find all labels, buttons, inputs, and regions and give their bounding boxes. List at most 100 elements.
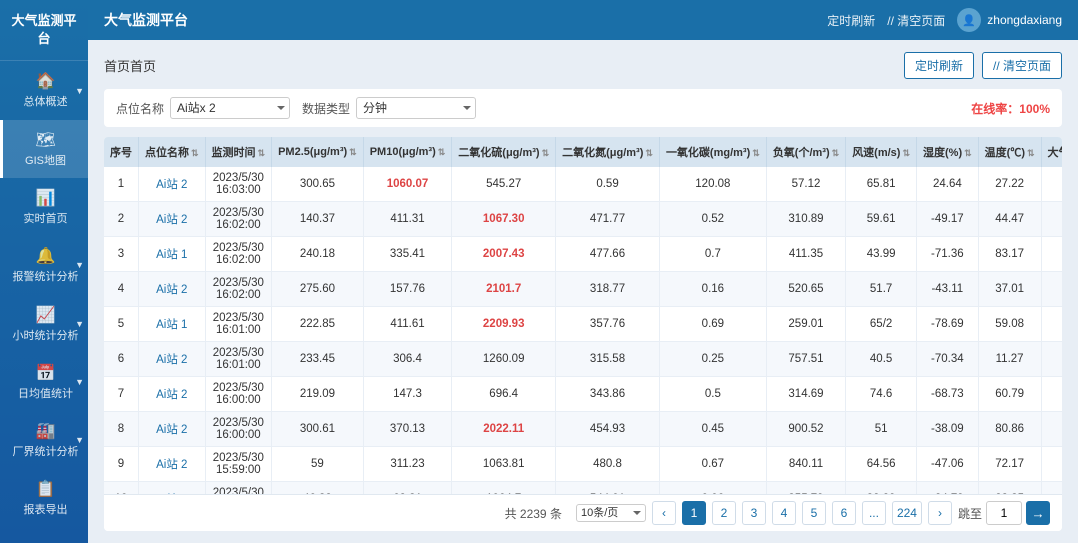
table-cell: 24.64 — [917, 167, 979, 202]
table-cell: 318.77 — [556, 272, 660, 307]
page-6[interactable]: 6 — [832, 501, 856, 525]
table-cell: 147.3 — [363, 377, 452, 412]
table-cell: 471.77 — [556, 202, 660, 237]
online-rate: 在线率：100% — [971, 100, 1050, 117]
table-cell[interactable]: Ai站 2 — [139, 412, 206, 447]
sidebar-menu: 🏠 总体概述 ▼ 🗺 GIS地图 📊 实时首页 🔔 报警统计分析 ▼ 📈 小时统… — [0, 61, 88, 543]
table-cell: 0.16 — [659, 272, 766, 307]
table-cell: 67.44 — [1041, 342, 1062, 377]
type-select[interactable]: 分钟 小时 日 — [356, 97, 476, 119]
sort-o3[interactable]: ⇅ — [752, 148, 760, 159]
page-1[interactable]: 1 — [682, 501, 706, 525]
col-windspeed: 风速(m/s)⇅ — [846, 137, 917, 167]
table-cell: -71.36 — [917, 237, 979, 272]
table-cell: 300.65 — [272, 167, 364, 202]
table-cell: 46.38 — [272, 482, 364, 495]
export-button[interactable]: 定时刷新 — [904, 52, 974, 79]
table-cell: 27.22 — [978, 167, 1041, 202]
table-cell: 59 — [272, 447, 364, 482]
table-cell: 2023/5/30 16:00:00 — [205, 412, 272, 447]
sort-station[interactable]: ⇅ — [191, 148, 199, 159]
page-last[interactable]: 224 — [892, 501, 922, 525]
table-cell: 3 — [104, 237, 139, 272]
sidebar-item-daily[interactable]: 📅 日均值统计 ▼ — [0, 353, 88, 411]
table-cell[interactable]: Ai站 2 — [139, 202, 206, 237]
sidebar-item-factory[interactable]: 🏭 厂界统计分析 ▼ — [0, 411, 88, 469]
table-cell: -24.79 — [917, 482, 979, 495]
table-cell: 19.13 — [1041, 272, 1062, 307]
sort-co[interactable]: ⇅ — [832, 148, 840, 159]
sort-humidity[interactable]: ⇅ — [964, 148, 972, 159]
table-cell: 357.76 — [556, 307, 660, 342]
table-cell: 72.17 — [978, 447, 1041, 482]
table-cell: 757.51 — [766, 342, 845, 377]
table-cell: 1067.30 — [452, 202, 556, 237]
sort-pm25[interactable]: ⇅ — [349, 147, 357, 158]
station-select[interactable]: Ai站x 2 Ai站x 1 Ai站x 3 — [170, 97, 290, 119]
page-next[interactable]: › — [928, 501, 952, 525]
auto-refresh-button[interactable]: 定时刷新 — [827, 12, 875, 29]
table-cell: 0.67 — [659, 447, 766, 482]
sidebar-item-overview[interactable]: 🏠 总体概述 ▼ — [0, 61, 88, 119]
table-cell[interactable]: Ai站 1 — [139, 237, 206, 272]
expand-icon-alarm: ▼ — [75, 260, 84, 270]
table-cell: -38.09 — [917, 412, 979, 447]
table-row: 6Ai站 22023/5/30 16:01:00233.45306.41260.… — [104, 342, 1062, 377]
clear-page-button[interactable]: // 清空页面 — [887, 12, 945, 29]
sidebar-item-small-stat[interactable]: 📈 小时统计分析 ▼ — [0, 295, 88, 353]
table-cell: 0.69 — [659, 307, 766, 342]
table-row: 10Ai站 22023/5/30 15:59:0046.3868.311064.… — [104, 482, 1062, 495]
page-5[interactable]: 5 — [802, 501, 826, 525]
small-stat-icon: 📈 — [36, 305, 56, 325]
page-jump-input[interactable] — [986, 501, 1022, 525]
table-cell: 0.25 — [659, 342, 766, 377]
table-cell: 370.13 — [363, 412, 452, 447]
table-cell: 43.99 — [846, 237, 917, 272]
clear-button[interactable]: // 清空页面 — [982, 52, 1062, 79]
table-cell: 38.89 — [846, 482, 917, 495]
table-cell — [1041, 167, 1062, 202]
online-rate-value: 100% — [1019, 102, 1050, 116]
table-cell[interactable]: Ai站 2 — [139, 167, 206, 202]
page-go-button[interactable]: → — [1026, 501, 1050, 525]
table-cell[interactable]: Ai站 2 — [139, 342, 206, 377]
table-cell: 0.59 — [556, 167, 660, 202]
sort-pm10[interactable]: ⇅ — [438, 147, 446, 158]
table-cell: 411.35 — [766, 237, 845, 272]
sort-time[interactable]: ⇅ — [258, 148, 266, 159]
page-2[interactable]: 2 — [712, 501, 736, 525]
sort-temp[interactable]: ⇅ — [1027, 148, 1035, 159]
sort-so2[interactable]: ⇅ — [542, 148, 550, 159]
table-cell: 275.60 — [272, 272, 364, 307]
per-page-select[interactable]: 10条/页 20条/页 50条/页 — [576, 504, 646, 522]
page-prev[interactable]: ‹ — [652, 501, 676, 525]
col-so2: 二氧化硫(μg/m³)⇅ — [452, 137, 556, 167]
table-cell: 306.4 — [363, 342, 452, 377]
sidebar-item-realtime[interactable]: 📊 实时首页 — [0, 178, 88, 236]
sort-windspeed[interactable]: ⇅ — [902, 148, 910, 159]
table-cell: 8 — [104, 412, 139, 447]
table-cell: 157.76 — [363, 272, 452, 307]
table-cell: 480.8 — [556, 447, 660, 482]
page-4[interactable]: 4 — [772, 501, 796, 525]
table-cell[interactable]: Ai站 2 — [139, 377, 206, 412]
table-cell[interactable]: Ai站 2 — [139, 482, 206, 495]
page-3[interactable]: 3 — [742, 501, 766, 525]
table-cell: 44.03 — [1041, 307, 1062, 342]
table-cell: 80.86 — [978, 412, 1041, 447]
table-row: 7Ai站 22023/5/30 16:00:00219.09147.3696.4… — [104, 377, 1062, 412]
table-cell[interactable]: Ai站 2 — [139, 447, 206, 482]
sort-no2[interactable]: ⇅ — [645, 148, 653, 159]
table-cell: 0.52 — [659, 202, 766, 237]
sidebar-item-gis[interactable]: 🗺 GIS地图 — [0, 120, 88, 178]
table-cell: 222.85 — [272, 307, 364, 342]
table-cell: 120.08 — [659, 167, 766, 202]
table-cell: -49.17 — [917, 202, 979, 237]
page-jump-group: 跳至 → — [958, 501, 1050, 525]
sidebar-item-alarm[interactable]: 🔔 报警统计分析 ▼ — [0, 236, 88, 294]
sidebar-item-small-stat-label: 小时统计分析 — [13, 329, 79, 343]
table-cell: 7 — [104, 377, 139, 412]
table-cell[interactable]: Ai站 2 — [139, 272, 206, 307]
table-cell[interactable]: Ai站 1 — [139, 307, 206, 342]
sidebar-item-report[interactable]: 📋 报表导出 — [0, 469, 88, 527]
